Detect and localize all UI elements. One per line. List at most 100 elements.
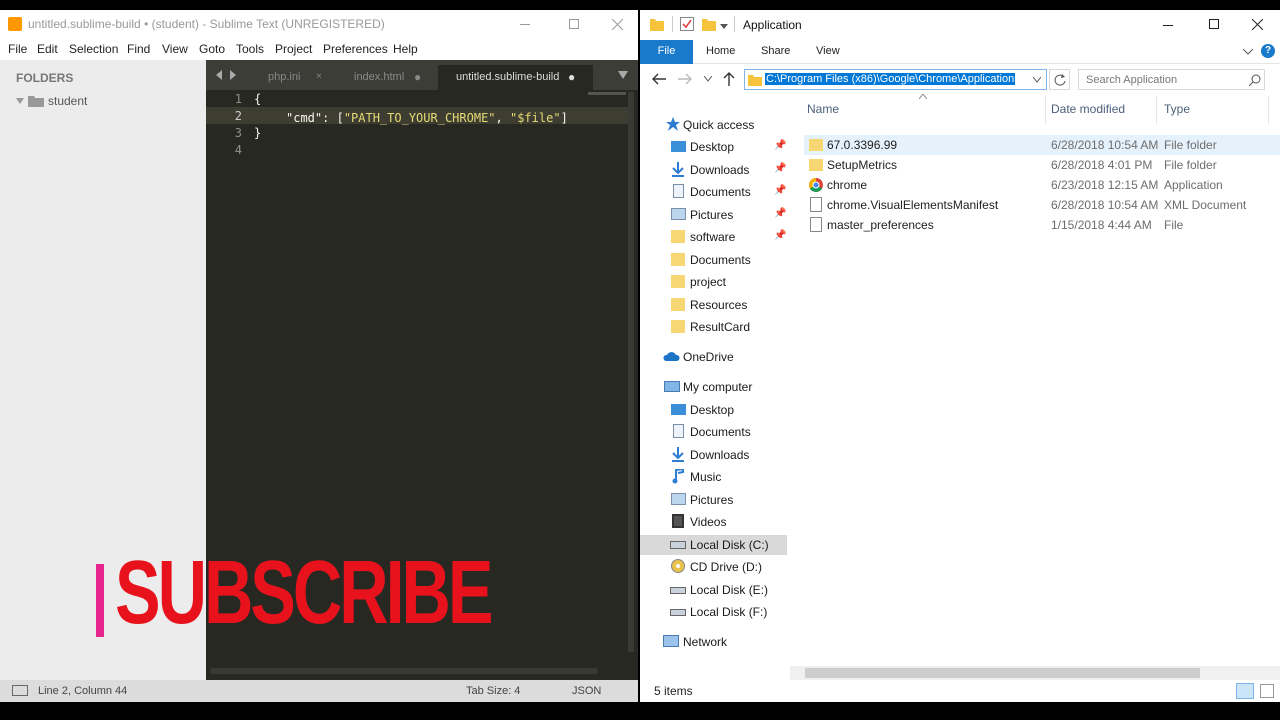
file-row[interactable]: chrome.VisualElementsManifest 6/28/2018 … (804, 195, 1280, 215)
menu-help[interactable]: Help (393, 42, 418, 56)
new-folder-icon[interactable] (702, 17, 716, 31)
nav-resources[interactable]: Resources (640, 295, 790, 315)
nav-local-disk-e[interactable]: Local Disk (E:) (640, 580, 790, 600)
tab-size[interactable]: Tab Size: 4 (466, 685, 520, 697)
nav-pc-downloads[interactable]: Downloads (640, 445, 790, 465)
help-icon[interactable]: ? (1261, 44, 1275, 58)
pin-icon[interactable]: 📌 (774, 208, 786, 219)
pin-icon[interactable]: 📌 (774, 185, 786, 196)
star-icon (666, 117, 680, 131)
nav-onedrive[interactable]: OneDrive (640, 347, 790, 367)
file-row[interactable]: master_preferences 1/15/2018 4:44 AM Fil… (804, 215, 1280, 235)
scrollbar-thumb[interactable] (805, 668, 1200, 678)
nav-resultcard[interactable]: ResultCard (640, 317, 790, 337)
close-tab-icon[interactable]: × (316, 71, 322, 82)
column-divider[interactable] (1268, 96, 1269, 124)
column-header-type[interactable]: Type (1164, 102, 1190, 116)
column-divider[interactable] (1156, 96, 1157, 124)
folder-student[interactable]: student (14, 93, 154, 111)
close-icon[interactable] (1252, 19, 1263, 30)
nav-software[interactable]: software 📌 (640, 227, 790, 247)
ribbon-tab-view[interactable]: View (816, 45, 840, 57)
horizontal-scrollbar[interactable] (790, 666, 1280, 680)
nav-pc-documents[interactable]: Documents (640, 422, 790, 442)
column-header-name[interactable]: Name (807, 102, 839, 116)
tab-scroll-arrows-icon[interactable] (216, 70, 236, 80)
maximize-icon[interactable] (569, 19, 579, 29)
pin-icon[interactable]: 📌 (774, 163, 786, 174)
ribbon-tab-home[interactable]: Home (706, 45, 735, 57)
file-type: File (1164, 218, 1184, 232)
properties-icon[interactable] (680, 17, 694, 31)
customize-quick-access-icon[interactable] (720, 22, 728, 30)
up-arrow-icon[interactable] (723, 72, 735, 86)
address-dropdown-icon[interactable] (1033, 77, 1041, 83)
nav-project[interactable]: project (640, 272, 790, 292)
nav-pc-desktop[interactable]: Desktop (640, 400, 790, 420)
nav-local-disk-c[interactable]: Local Disk (C:) (640, 535, 787, 555)
menu-project[interactable]: Project (275, 42, 312, 56)
search-icon[interactable] (1249, 74, 1261, 86)
address-bar[interactable]: C:\Program Files (x86)\Google\Chrome\App… (744, 69, 1047, 90)
tab-untitled-sublime-build[interactable]: untitled.sublime-build ● (438, 65, 593, 90)
code-string: "PATH_TO_YOUR_CHROME" (343, 111, 496, 125)
menu-file[interactable]: File (8, 42, 27, 56)
large-icons-view-icon[interactable] (1260, 684, 1274, 698)
column-header-date[interactable]: Date modified (1051, 102, 1125, 116)
vertical-scrollbar[interactable] (628, 92, 634, 652)
nav-documents-folder[interactable]: Documents (640, 250, 790, 270)
nav-local-disk-f[interactable]: Local Disk (F:) (640, 602, 790, 622)
nav-pc-music[interactable]: Music (640, 467, 790, 487)
address-path[interactable]: C:\Program Files (x86)\Google\Chrome\App… (765, 73, 1016, 85)
tab-close-dot-icon[interactable]: ● (414, 70, 421, 84)
file-row[interactable]: chrome 6/23/2018 12:15 AM Application (804, 175, 1280, 195)
maximize-icon[interactable] (1209, 19, 1219, 29)
menu-goto[interactable]: Goto (199, 42, 225, 56)
close-icon[interactable] (612, 19, 623, 30)
details-view-icon[interactable] (1236, 683, 1254, 699)
menu-edit[interactable]: Edit (37, 42, 58, 56)
nav-pc-pictures[interactable]: Pictures (640, 490, 790, 510)
tab-index-html[interactable]: index.html ● (338, 65, 433, 90)
nav-pc-videos[interactable]: Videos (640, 512, 790, 532)
nav-label: Desktop (690, 140, 735, 154)
nav-my-computer[interactable]: My computer (640, 377, 790, 397)
minimap[interactable] (588, 92, 626, 95)
recent-locations-icon[interactable] (704, 76, 712, 82)
tab-dropdown-icon[interactable] (618, 71, 628, 79)
nav-network[interactable]: Network (640, 632, 790, 652)
pin-icon[interactable]: 📌 (774, 230, 786, 241)
chevron-down-icon[interactable] (16, 98, 24, 104)
ribbon-tab-share[interactable]: Share (761, 45, 790, 57)
nav-downloads[interactable]: Downloads 📌 (640, 160, 790, 180)
minimize-icon[interactable] (1163, 25, 1173, 26)
ribbon-tab-file[interactable]: File (640, 40, 693, 64)
forward-arrow-icon[interactable] (678, 73, 692, 85)
nav-documents[interactable]: Documents 📌 (640, 182, 790, 202)
file-row[interactable]: SetupMetrics 6/28/2018 4:01 PM File fold… (804, 155, 1280, 175)
nav-quick-access[interactable]: Quick access (640, 115, 790, 135)
console-toggle-icon[interactable] (12, 685, 28, 696)
column-divider[interactable] (1045, 96, 1046, 124)
menu-find[interactable]: Find (127, 42, 150, 56)
nav-label: Music (690, 470, 722, 484)
minimize-icon[interactable] (520, 24, 530, 25)
pin-icon[interactable]: 📌 (774, 140, 786, 151)
explorer-window: Application File Home Share View ? C:\Pr… (640, 10, 1280, 702)
back-arrow-icon[interactable] (652, 73, 666, 85)
file-row[interactable]: 67.0.3396.99 6/28/2018 10:54 AM File fol… (804, 135, 1280, 155)
menu-tools[interactable]: Tools (236, 42, 264, 56)
nav-pictures[interactable]: Pictures 📌 (640, 205, 790, 225)
search-box[interactable]: Search Application (1078, 69, 1265, 90)
nav-cd-drive-d[interactable]: CD Drive (D:) (640, 557, 790, 577)
menu-preferences[interactable]: Preferences (323, 42, 388, 56)
expand-ribbon-icon[interactable] (1243, 49, 1253, 55)
nav-desktop[interactable]: Desktop 📌 (640, 137, 790, 157)
menu-view[interactable]: View (162, 42, 188, 56)
refresh-button[interactable] (1049, 69, 1070, 90)
unsaved-dot-icon[interactable]: ● (568, 70, 575, 84)
menu-selection[interactable]: Selection (69, 42, 118, 56)
tab-php-ini[interactable]: php.ini × (252, 65, 342, 90)
syntax-mode[interactable]: JSON (572, 685, 601, 697)
horizontal-scrollbar[interactable] (210, 668, 598, 674)
